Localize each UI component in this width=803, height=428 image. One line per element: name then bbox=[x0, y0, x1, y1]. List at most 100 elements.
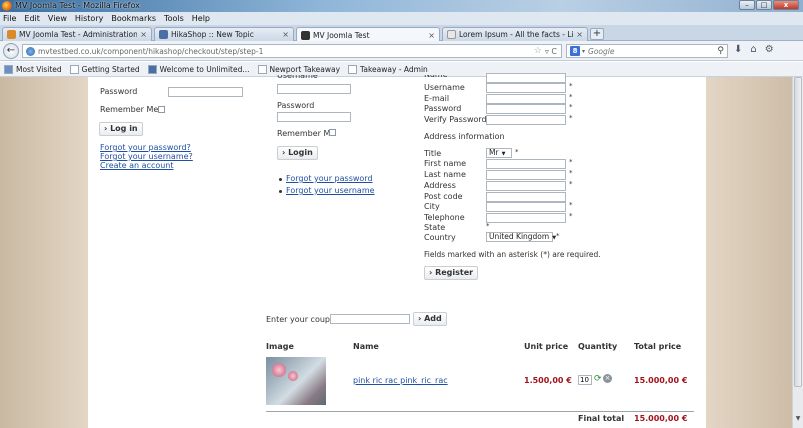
product-name-link[interactable]: pink ric rac pink_ric_rac bbox=[353, 376, 448, 385]
required-asterisk: * bbox=[556, 232, 560, 240]
new-tab-button[interactable]: + bbox=[590, 28, 604, 40]
verify-password-label: Verify Password bbox=[424, 115, 487, 124]
country-label: Country bbox=[424, 233, 456, 242]
left-remember-label: Remember Me bbox=[100, 105, 159, 114]
toolbar-icons: ⬇ ⌂ ⚙ bbox=[734, 44, 774, 55]
mid-login-button[interactable]: › Login bbox=[277, 146, 318, 160]
bookmark-newport-takeaway[interactable]: Newport Takeaway bbox=[257, 64, 340, 74]
back-button[interactable]: ← bbox=[3, 43, 19, 59]
password-input[interactable] bbox=[486, 104, 566, 114]
header-total-price: Total price bbox=[634, 342, 682, 351]
vertical-scrollbar[interactable]: ▼ bbox=[792, 77, 803, 428]
menu-help[interactable]: Help bbox=[192, 14, 210, 23]
search-icon[interactable]: ⚲ bbox=[717, 46, 724, 56]
menu-file[interactable]: File bbox=[3, 14, 16, 23]
menu-edit[interactable]: Edit bbox=[24, 14, 40, 23]
scroll-down-arrow-icon[interactable]: ▼ bbox=[794, 415, 802, 422]
mid-username-input[interactable] bbox=[277, 84, 351, 94]
table-divider bbox=[266, 411, 694, 412]
menu-history[interactable]: History bbox=[75, 14, 103, 23]
address-input[interactable] bbox=[486, 181, 566, 191]
name-input[interactable] bbox=[486, 73, 566, 83]
scrollbar-thumb[interactable] bbox=[794, 77, 802, 387]
bookmark-getting-started[interactable]: Getting Started bbox=[69, 64, 140, 74]
mid-forgot-password-link[interactable]: Forgot your password bbox=[286, 174, 373, 183]
required-asterisk: * bbox=[569, 212, 573, 220]
tab-mv-joomla-test[interactable]: MV Joomla Test × bbox=[296, 27, 440, 42]
firstname-label: First name bbox=[424, 159, 467, 168]
city-input[interactable] bbox=[486, 202, 566, 212]
product-unit-price: 1.500,00 € bbox=[524, 376, 572, 385]
search-input[interactable] bbox=[588, 46, 718, 56]
mid-password-label: Password bbox=[277, 101, 315, 110]
username-input[interactable] bbox=[486, 83, 566, 93]
delete-icon[interactable]: × bbox=[603, 374, 612, 383]
window-titlebar: MV Joomla Test - Mozilla Firefox – □ x bbox=[0, 0, 803, 12]
bookmark-welcome-unlimited[interactable]: Welcome to Unlimited... bbox=[147, 64, 250, 74]
bookmark-takeaway-admin[interactable]: Takeaway - Admin bbox=[348, 64, 428, 74]
required-asterisk: * bbox=[515, 148, 519, 156]
header-unit-price: Unit price bbox=[524, 342, 569, 351]
add-coupon-button[interactable]: › Add bbox=[413, 312, 447, 326]
mid-remember-label: Remember Me bbox=[277, 129, 336, 138]
verify-password-input[interactable] bbox=[486, 115, 566, 125]
site-identity-icon[interactable] bbox=[26, 46, 35, 56]
country-select[interactable]: United Kingdom ▼ bbox=[486, 232, 556, 242]
close-tab-icon[interactable]: × bbox=[428, 31, 435, 40]
home-icon[interactable]: ⌂ bbox=[750, 44, 756, 55]
tab-hikashop[interactable]: HikaShop :: New Topic × bbox=[154, 27, 294, 41]
reload-icon[interactable]: ▿ C bbox=[545, 47, 557, 56]
chevron-down-icon: ▼ bbox=[501, 151, 506, 157]
search-bar[interactable]: 8 ▾ ⚲ bbox=[566, 44, 728, 58]
header-name: Name bbox=[353, 342, 379, 351]
telephone-input[interactable] bbox=[486, 213, 566, 223]
required-fields-note: Fields marked with an asterisk (*) are r… bbox=[424, 250, 601, 259]
final-total-value: 15.000,00 € bbox=[634, 414, 688, 423]
register-button[interactable]: › Register bbox=[424, 266, 479, 280]
required-asterisk: * bbox=[569, 93, 573, 101]
left-forgot-username-link[interactable]: Forgot your username? bbox=[100, 152, 193, 161]
download-icon[interactable]: ⬇ bbox=[734, 44, 742, 55]
refresh-icon[interactable]: ⟳ bbox=[594, 374, 602, 384]
postcode-input[interactable] bbox=[486, 192, 566, 202]
coupon-label: Enter your coupon bbox=[266, 315, 340, 324]
minimize-button[interactable]: – bbox=[739, 0, 755, 10]
quantity-input[interactable] bbox=[578, 375, 592, 385]
left-forgot-password-link[interactable]: Forgot your password? bbox=[100, 143, 191, 152]
tab-lorem-ipsum[interactable]: Lorem Ipsum - All the facts - Lipsum ...… bbox=[442, 27, 588, 41]
firstname-input[interactable] bbox=[486, 159, 566, 169]
tab-admin[interactable]: MV Joomla Test - Administration - Z... × bbox=[2, 27, 152, 41]
mid-forgot-username-link[interactable]: Forgot your username bbox=[286, 186, 375, 195]
close-tab-icon[interactable]: × bbox=[140, 30, 147, 39]
close-tab-icon[interactable]: × bbox=[282, 30, 289, 39]
left-login-button[interactable]: › Log in bbox=[99, 122, 143, 136]
url-bar[interactable]: mvtestbed.co.uk/component/hikashop/check… bbox=[22, 44, 562, 58]
search-engine-dropdown-icon[interactable]: ▾ bbox=[582, 48, 585, 55]
window-controls: – □ x bbox=[739, 0, 799, 10]
left-password-input[interactable] bbox=[168, 87, 243, 97]
product-thumbnail[interactable] bbox=[266, 357, 326, 405]
mid-remember-checkbox[interactable] bbox=[329, 129, 336, 136]
required-asterisk: * bbox=[569, 114, 573, 122]
coupon-input[interactable] bbox=[330, 314, 410, 324]
menu-view[interactable]: View bbox=[48, 14, 67, 23]
email-input[interactable] bbox=[486, 94, 566, 104]
bookmark-star-icon[interactable]: ☆ bbox=[534, 46, 542, 56]
google-icon[interactable]: 8 bbox=[570, 46, 580, 56]
close-tab-icon[interactable]: × bbox=[576, 30, 583, 39]
bookmarks-toolbar: Most Visited Getting Started Welcome to … bbox=[0, 62, 803, 77]
create-account-link[interactable]: Create an account bbox=[100, 161, 174, 170]
url-text[interactable]: mvtestbed.co.uk/component/hikashop/check… bbox=[38, 47, 534, 56]
addon-icon[interactable]: ⚙ bbox=[765, 44, 774, 55]
maximize-button[interactable]: □ bbox=[756, 0, 772, 10]
mid-password-input[interactable] bbox=[277, 112, 351, 122]
required-asterisk: * bbox=[569, 180, 573, 188]
menu-tools[interactable]: Tools bbox=[164, 14, 184, 23]
bookmark-most-visited[interactable]: Most Visited bbox=[4, 64, 62, 74]
lastname-input[interactable] bbox=[486, 170, 566, 180]
bullet-icon bbox=[279, 178, 282, 181]
close-window-button[interactable]: x bbox=[773, 0, 799, 10]
left-remember-checkbox[interactable] bbox=[158, 106, 165, 113]
menu-bookmarks[interactable]: Bookmarks bbox=[111, 14, 156, 23]
title-select[interactable]: Mr ▼ bbox=[486, 148, 512, 158]
